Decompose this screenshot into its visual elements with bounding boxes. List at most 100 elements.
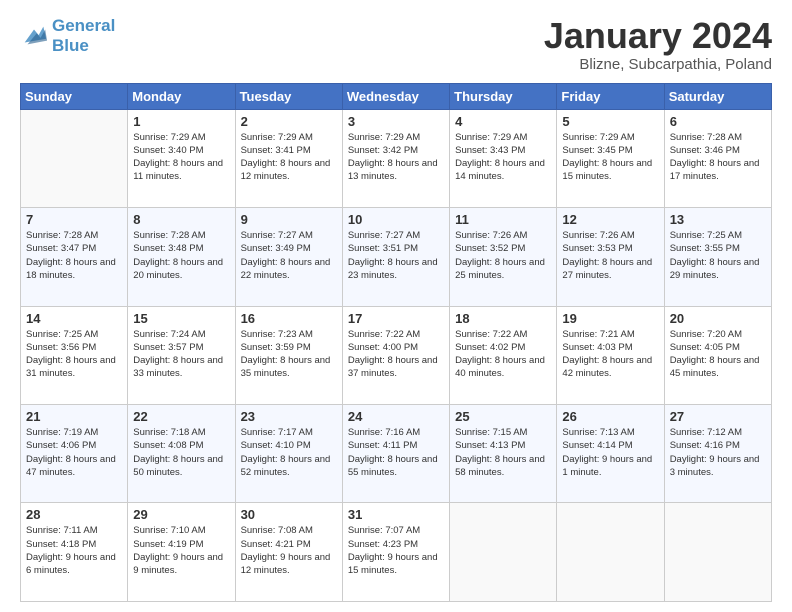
calendar-cell: 30Sunrise: 7:08 AMSunset: 4:21 PMDayligh… — [235, 503, 342, 602]
day-info: Sunrise: 7:07 AMSunset: 4:23 PMDaylight:… — [348, 524, 444, 577]
day-info: Sunrise: 7:15 AMSunset: 4:13 PMDaylight:… — [455, 426, 551, 479]
calendar-cell: 11Sunrise: 7:26 AMSunset: 3:52 PMDayligh… — [450, 208, 557, 306]
calendar-cell: 26 Sunrise: 7:13 AMSunset: 4:14 PMDayligh… — [557, 405, 664, 503]
col-header-tuesday: Tuesday — [235, 83, 342, 109]
col-header-saturday: Saturday — [664, 83, 771, 109]
calendar-cell: 5 Sunrise: 7:29 AMSunset: 3:45 PMDaylight… — [557, 109, 664, 207]
day-number: 20 — [670, 311, 766, 326]
calendar-week-3: 14 Sunrise: 7:25 AMSunset: 3:56 PMDayligh… — [21, 306, 772, 404]
day-number: 18 — [455, 311, 551, 326]
title-block: January 2024 Blizne, Subcarpathia, Polan… — [544, 16, 772, 73]
day-info: Sunrise: 7:27 AMSunset: 3:49 PMDaylight:… — [241, 229, 337, 282]
calendar-cell — [664, 503, 771, 602]
day-number: 12 — [562, 212, 658, 227]
col-header-sunday: Sunday — [21, 83, 128, 109]
day-info: Sunrise: 7:11 AMSunset: 4:18 PMDaylight:… — [26, 524, 122, 577]
calendar-cell: 16Sunrise: 7:23 AMSunset: 3:59 PMDayligh… — [235, 306, 342, 404]
day-number: 27 — [670, 409, 766, 424]
col-header-monday: Monday — [128, 83, 235, 109]
logo: General Blue — [20, 16, 115, 55]
calendar-week-1: 1Sunrise: 7:29 AMSunset: 3:40 PMDaylight… — [21, 109, 772, 207]
day-info: Sunrise: 7:24 AMSunset: 3:57 PMDaylight:… — [133, 328, 229, 381]
day-number: 23 — [241, 409, 337, 424]
calendar-week-2: 7 Sunrise: 7:28 AMSunset: 3:47 PMDaylight… — [21, 208, 772, 306]
day-info: Sunrise: 7:26 AMSunset: 3:53 PMDaylight:… — [562, 229, 658, 282]
day-number: 14 — [26, 311, 122, 326]
day-info: Sunrise: 7:26 AMSunset: 3:52 PMDaylight:… — [455, 229, 551, 282]
day-number: 24 — [348, 409, 444, 424]
logo-general: General — [52, 16, 115, 35]
day-info: Sunrise: 7:28 AMSunset: 3:46 PMDaylight:… — [670, 131, 766, 184]
calendar-cell: 3Sunrise: 7:29 AMSunset: 3:42 PMDaylight… — [342, 109, 449, 207]
day-info: Sunrise: 7:29 AMSunset: 3:43 PMDaylight:… — [455, 131, 551, 184]
calendar-cell — [450, 503, 557, 602]
calendar-cell: 23 Sunrise: 7:17 AMSunset: 4:10 PMDayligh… — [235, 405, 342, 503]
day-number: 6 — [670, 114, 766, 129]
calendar-week-5: 28Sunrise: 7:11 AMSunset: 4:18 PMDayligh… — [21, 503, 772, 602]
day-number: 15 — [133, 311, 229, 326]
col-header-thursday: Thursday — [450, 83, 557, 109]
calendar-cell: 9 Sunrise: 7:27 AMSunset: 3:49 PMDaylight… — [235, 208, 342, 306]
day-info: Sunrise: 7:28 AMSunset: 3:47 PMDaylight:… — [26, 229, 122, 282]
day-info: Sunrise: 7:13 AMSunset: 4:14 PMDaylight:… — [562, 426, 658, 479]
calendar-cell: 12 Sunrise: 7:26 AMSunset: 3:53 PMDayligh… — [557, 208, 664, 306]
day-info: Sunrise: 7:27 AMSunset: 3:51 PMDaylight:… — [348, 229, 444, 282]
day-number: 13 — [670, 212, 766, 227]
calendar-cell: 17 Sunrise: 7:22 AMSunset: 4:00 PMDayligh… — [342, 306, 449, 404]
day-number: 5 — [562, 114, 658, 129]
day-number: 7 — [26, 212, 122, 227]
calendar-cell: 19 Sunrise: 7:21 AMSunset: 4:03 PMDayligh… — [557, 306, 664, 404]
day-number: 3 — [348, 114, 444, 129]
day-info: Sunrise: 7:25 AMSunset: 3:56 PMDaylight:… — [26, 328, 122, 381]
col-header-wednesday: Wednesday — [342, 83, 449, 109]
calendar-cell: 7 Sunrise: 7:28 AMSunset: 3:47 PMDaylight… — [21, 208, 128, 306]
logo-icon — [20, 22, 48, 50]
calendar-cell: 20 Sunrise: 7:20 AMSunset: 4:05 PMDayligh… — [664, 306, 771, 404]
calendar-cell: 13 Sunrise: 7:25 AMSunset: 3:55 PMDayligh… — [664, 208, 771, 306]
logo-blue: Blue — [52, 36, 115, 56]
day-info: Sunrise: 7:28 AMSunset: 3:48 PMDaylight:… — [133, 229, 229, 282]
day-info: Sunrise: 7:22 AMSunset: 4:02 PMDaylight:… — [455, 328, 551, 381]
day-number: 25 — [455, 409, 551, 424]
day-info: Sunrise: 7:20 AMSunset: 4:05 PMDaylight:… — [670, 328, 766, 381]
day-info: Sunrise: 7:19 AMSunset: 4:06 PMDaylight:… — [26, 426, 122, 479]
day-number: 10 — [348, 212, 444, 227]
header: General Blue January 2024 Blizne, Subcar… — [20, 16, 772, 73]
calendar-cell: 27 Sunrise: 7:12 AMSunset: 4:16 PMDayligh… — [664, 405, 771, 503]
day-number: 16 — [241, 311, 337, 326]
calendar-cell — [21, 109, 128, 207]
calendar-cell: 4 Sunrise: 7:29 AMSunset: 3:43 PMDaylight… — [450, 109, 557, 207]
day-number: 17 — [348, 311, 444, 326]
calendar-header-row: SundayMondayTuesdayWednesdayThursdayFrid… — [21, 83, 772, 109]
day-number: 21 — [26, 409, 122, 424]
day-info: Sunrise: 7:10 AMSunset: 4:19 PMDaylight:… — [133, 524, 229, 577]
day-info: Sunrise: 7:18 AMSunset: 4:08 PMDaylight:… — [133, 426, 229, 479]
day-number: 26 — [562, 409, 658, 424]
day-info: Sunrise: 7:12 AMSunset: 4:16 PMDaylight:… — [670, 426, 766, 479]
page: General Blue January 2024 Blizne, Subcar… — [0, 0, 792, 612]
day-info: Sunrise: 7:29 AMSunset: 3:45 PMDaylight:… — [562, 131, 658, 184]
calendar-cell: 29 Sunrise: 7:10 AMSunset: 4:19 PMDayligh… — [128, 503, 235, 602]
calendar-cell: 15 Sunrise: 7:24 AMSunset: 3:57 PMDayligh… — [128, 306, 235, 404]
calendar-cell: 18 Sunrise: 7:22 AMSunset: 4:02 PMDayligh… — [450, 306, 557, 404]
day-info: Sunrise: 7:29 AMSunset: 3:40 PMDaylight:… — [133, 131, 229, 184]
calendar-table: SundayMondayTuesdayWednesdayThursdayFrid… — [20, 83, 772, 602]
day-number: 2 — [241, 114, 337, 129]
day-info: Sunrise: 7:25 AMSunset: 3:55 PMDaylight:… — [670, 229, 766, 282]
calendar-cell: 28Sunrise: 7:11 AMSunset: 4:18 PMDayligh… — [21, 503, 128, 602]
day-number: 22 — [133, 409, 229, 424]
calendar-cell: 31Sunrise: 7:07 AMSunset: 4:23 PMDayligh… — [342, 503, 449, 602]
day-info: Sunrise: 7:29 AMSunset: 3:41 PMDaylight:… — [241, 131, 337, 184]
calendar-cell: 1Sunrise: 7:29 AMSunset: 3:40 PMDaylight… — [128, 109, 235, 207]
calendar-cell: 24 Sunrise: 7:16 AMSunset: 4:11 PMDayligh… — [342, 405, 449, 503]
calendar-cell: 8Sunrise: 7:28 AMSunset: 3:48 PMDaylight… — [128, 208, 235, 306]
day-info: Sunrise: 7:16 AMSunset: 4:11 PMDaylight:… — [348, 426, 444, 479]
day-info: Sunrise: 7:17 AMSunset: 4:10 PMDaylight:… — [241, 426, 337, 479]
day-number: 4 — [455, 114, 551, 129]
day-info: Sunrise: 7:21 AMSunset: 4:03 PMDaylight:… — [562, 328, 658, 381]
day-number: 30 — [241, 507, 337, 522]
day-number: 19 — [562, 311, 658, 326]
day-number: 29 — [133, 507, 229, 522]
day-number: 9 — [241, 212, 337, 227]
day-info: Sunrise: 7:22 AMSunset: 4:00 PMDaylight:… — [348, 328, 444, 381]
